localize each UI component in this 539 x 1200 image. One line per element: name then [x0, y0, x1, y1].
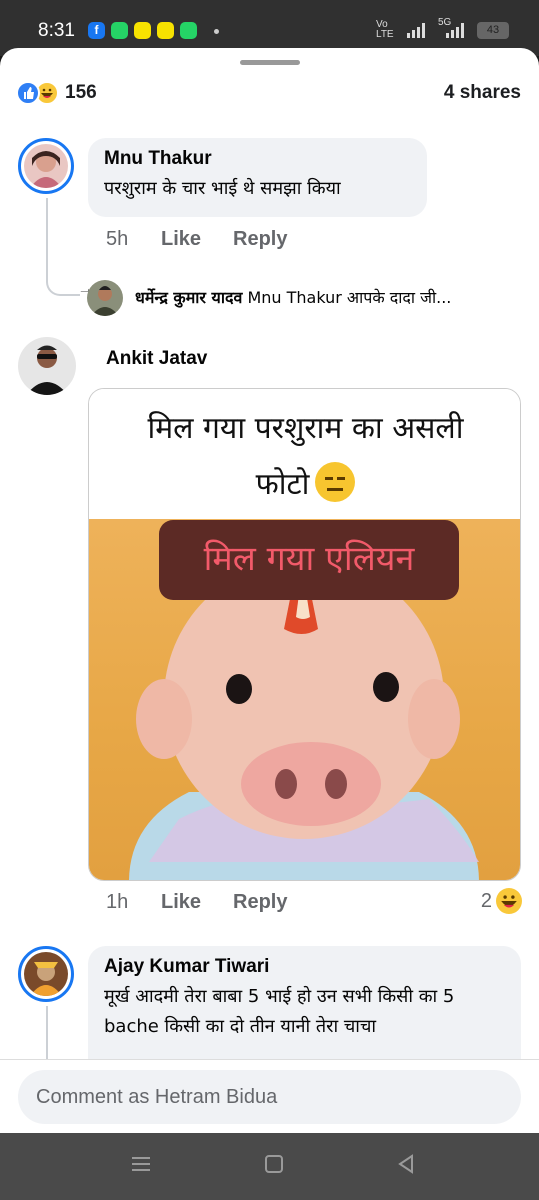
- whatsapp-icon: [111, 22, 128, 39]
- comment-bubble[interactable]: Mnu Thakur परशुराम के चार भाई थे समझा कि…: [88, 138, 427, 217]
- comment-reactions[interactable]: 2: [481, 888, 522, 914]
- comment-reaction-count: 2: [480, 889, 492, 912]
- reply-button[interactable]: Reply: [233, 891, 287, 914]
- comment-actions: 5h Like Reply: [106, 228, 287, 251]
- comment-text: परशुराम के चार भाई थे समझा किया: [104, 178, 341, 199]
- avatar[interactable]: [18, 138, 74, 194]
- thread-line: [46, 1006, 48, 1066]
- comment-actions: 1h Like Reply: [106, 891, 287, 914]
- thread-line: [46, 198, 48, 276]
- signal-icon: [407, 22, 425, 38]
- comment-image[interactable]: मिल गया परशुराम का असली फोटो मिल गया एलि…: [88, 388, 521, 881]
- reactions-summary[interactable]: 156: [16, 81, 97, 105]
- reply-author[interactable]: धर्मेन्द्र कुमार यादव: [135, 288, 242, 307]
- like-button[interactable]: Like: [161, 228, 233, 251]
- comment-author[interactable]: Ajay Kumar Tiwari: [104, 956, 505, 978]
- reaction-count: 156: [65, 82, 97, 103]
- comment-author[interactable]: Ankit Jatav: [106, 348, 207, 370]
- volte-label: Vo LTE: [376, 19, 394, 40]
- home-icon[interactable]: [263, 1153, 285, 1181]
- comment-composer-bar: Comment as Hetram Bidua: [0, 1059, 539, 1133]
- avatar[interactable]: [18, 946, 74, 1002]
- comment-text: मूर्ख आदमी तेरा बाबा 5 भाई हो उन सभी किस…: [104, 986, 455, 1037]
- image-banner: मिल गया एलियन: [159, 520, 459, 600]
- comment-time: 5h: [106, 228, 129, 250]
- comment-input[interactable]: Comment as Hetram Bidua: [18, 1070, 521, 1124]
- back-icon[interactable]: [395, 1153, 417, 1181]
- haha-icon: [496, 888, 522, 914]
- like-icon: [16, 81, 40, 105]
- reply-preview[interactable]: धर्मेन्द्र कुमार यादव Mnu Thakur आपके दा…: [135, 286, 451, 308]
- signal-2-icon: [446, 22, 464, 38]
- status-time: 8:31: [38, 20, 75, 41]
- image-caption: मिल गया परशुराम का असली फोटो: [89, 389, 520, 519]
- snapchat-icon: [134, 22, 151, 39]
- expressionless-face-icon: [315, 461, 356, 502]
- reply-preview-text: Mnu Thakur आपके दादा जी...: [247, 288, 452, 307]
- whatsapp-icon: [180, 22, 197, 39]
- facebook-icon: f: [88, 22, 105, 39]
- comments-sheet: 156 4 shares Mnu Thakur परशुराम के चार भ…: [0, 48, 539, 1133]
- thread-connector: [46, 276, 80, 296]
- image-caption-line-1: मिल गया परशुराम का असली: [147, 411, 464, 446]
- like-button[interactable]: Like: [161, 891, 233, 914]
- notification-dot-icon: [214, 29, 219, 34]
- avatar[interactable]: [18, 337, 76, 395]
- comment-author[interactable]: Mnu Thakur: [104, 148, 411, 170]
- system-nav-bar: [0, 1133, 539, 1200]
- drag-handle[interactable]: [240, 60, 300, 65]
- comment-time: 1h: [106, 891, 129, 913]
- shares-count[interactable]: 4 shares: [444, 82, 521, 104]
- reply-button[interactable]: Reply: [233, 228, 287, 251]
- avatar[interactable]: [87, 280, 123, 316]
- snapchat-icon: [157, 22, 174, 39]
- menu-icon[interactable]: [130, 1153, 152, 1181]
- battery-icon: 43: [477, 22, 509, 39]
- image-caption-line-2: फोटो: [255, 467, 310, 502]
